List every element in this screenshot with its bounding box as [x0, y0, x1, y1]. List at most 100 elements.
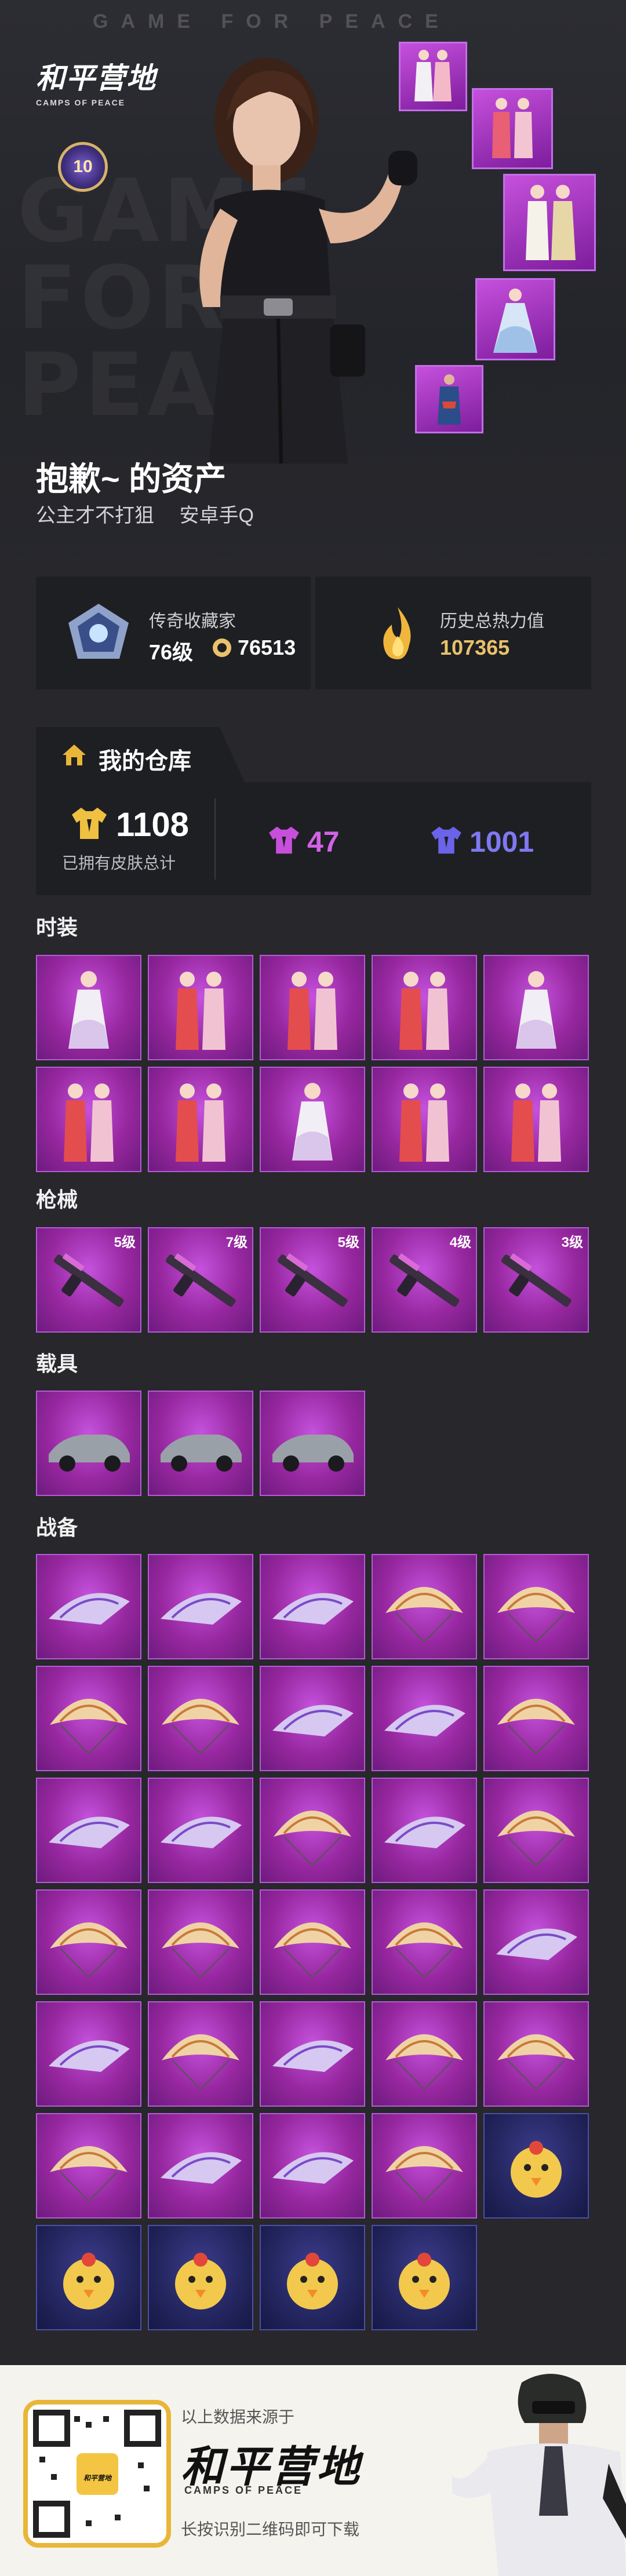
soldier-illustration [452, 2374, 626, 2576]
gear-tile[interactable] [148, 2001, 253, 2107]
outfit-icon [292, 1083, 333, 1161]
tab-warehouse[interactable]: 我的仓库 [36, 727, 245, 782]
gear-tile[interactable] [483, 2001, 589, 2107]
glider-icon [161, 2152, 242, 2184]
parachute-icon [385, 2146, 463, 2202]
parachute-icon [50, 2146, 128, 2202]
gear-tile[interactable] [372, 1554, 477, 1659]
outfit-couple-icon [511, 1083, 561, 1162]
glider-icon [49, 2040, 130, 2072]
gear-tile[interactable] [260, 1778, 365, 1883]
gear-tile[interactable] [372, 2001, 477, 2107]
vehicle-tile[interactable] [148, 1391, 253, 1496]
gear-tile[interactable] [260, 1666, 365, 1771]
outfit-couple-icon [526, 185, 576, 260]
player-tag: 安卓手Q [179, 505, 254, 527]
vehicle-tile[interactable] [260, 1391, 365, 1496]
outfit-couple-icon [492, 98, 533, 158]
showcase-outfit[interactable] [415, 365, 483, 433]
gear-tile[interactable] [483, 1778, 589, 1883]
collector-title: 传奇收藏家 [149, 612, 236, 631]
outfit-warrior-icon [438, 374, 461, 425]
shirt-legendary-icon [269, 826, 299, 854]
fashion-tile[interactable] [372, 955, 477, 1060]
gear-tile[interactable] [260, 1889, 365, 1995]
logo-cn: 和平营地 [36, 62, 156, 94]
gun-tile[interactable]: 4级 [372, 1227, 477, 1333]
parachute-icon [385, 1922, 463, 1979]
gear-tile[interactable] [36, 1889, 141, 1995]
gear-tile[interactable] [36, 2113, 141, 2219]
vehicle-tile[interactable] [36, 1391, 141, 1496]
gun-tile[interactable]: 3级 [483, 1227, 589, 1333]
pet-icon [63, 2253, 114, 2309]
showcase-outfit[interactable] [475, 278, 555, 360]
outfit-couple-icon [287, 972, 337, 1050]
showcase-outfit[interactable] [399, 42, 467, 111]
fashion-tile[interactable] [148, 955, 253, 1060]
shirt-gold-icon [72, 808, 107, 839]
showcase-outfit[interactable] [472, 88, 553, 169]
gear-tile[interactable] [36, 2001, 141, 2107]
gun-tile[interactable]: 5级 [260, 1227, 365, 1333]
qr-code[interactable]: 和平营地 [23, 2400, 171, 2548]
hero-banner: GAME FOR PEACE GAME FOR PEACE 和平营地 CAMPS… [0, 0, 626, 579]
gear-tile[interactable] [372, 1778, 477, 1883]
collector-medal-icon [68, 604, 129, 659]
skin-total: 1108 [116, 806, 189, 844]
gun-tile[interactable]: 5级 [36, 1227, 141, 1333]
skin-total-caption: 已拥有皮肤总计 [62, 854, 176, 872]
parachute-icon [162, 1699, 239, 1755]
gear-tile[interactable] [36, 1778, 141, 1883]
outfit-couple-icon [64, 1083, 114, 1162]
app-logo: 和平营地 CAMPS OF PEACE [36, 55, 156, 107]
gun-tile[interactable]: 7级 [148, 1227, 253, 1333]
logo-en: CAMPS OF PEACE [36, 98, 126, 107]
fashion-tile[interactable] [36, 1067, 141, 1172]
fashion-tile[interactable] [372, 1067, 477, 1172]
gear-tile[interactable] [483, 2113, 589, 2219]
gear-tile[interactable] [372, 2113, 477, 2219]
gear-tile[interactable] [148, 1666, 253, 1771]
fashion-tile[interactable] [36, 955, 141, 1060]
gear-tile[interactable] [260, 2225, 365, 2330]
gear-tile[interactable] [148, 1778, 253, 1883]
showcase-outfit[interactable] [503, 174, 596, 271]
parachute-icon [497, 1699, 575, 1755]
gear-tile[interactable] [372, 2225, 477, 2330]
gear-tile[interactable] [372, 1889, 477, 1995]
gear-tile[interactable] [483, 1554, 589, 1659]
epic-count: 1001 [470, 826, 534, 858]
outfit-couple-icon [399, 972, 449, 1050]
gear-tile[interactable] [372, 1666, 477, 1771]
gear-tile[interactable] [148, 1554, 253, 1659]
outfit-icon [68, 971, 109, 1049]
gear-tile[interactable] [483, 1666, 589, 1771]
gear-tile[interactable] [36, 2225, 141, 2330]
fashion-tile[interactable] [260, 955, 365, 1060]
gear-tile[interactable] [260, 2113, 365, 2219]
gear-tile[interactable] [36, 1666, 141, 1771]
player-tags: 公主才不打狙 安卓手Q [36, 499, 274, 528]
gear-tile[interactable] [260, 1554, 365, 1659]
fashion-tile[interactable] [260, 1067, 365, 1172]
outfit-couple-icon [399, 1083, 449, 1162]
gear-tile[interactable] [483, 1889, 589, 1995]
section-title-fashion: 时装 [36, 915, 78, 939]
gear-tile[interactable] [36, 1554, 141, 1659]
collector-level: 76级 [149, 640, 194, 664]
glider-icon [49, 1816, 130, 1848]
gear-tile[interactable] [148, 1889, 253, 1995]
home-icon [63, 745, 86, 765]
glider-icon [272, 2040, 354, 2072]
fashion-tile[interactable] [148, 1067, 253, 1172]
gear-tile[interactable] [148, 2225, 253, 2330]
player-tag: 公主才不打狙 [36, 505, 154, 527]
fashion-tile[interactable] [483, 1067, 589, 1172]
fashion-tile[interactable] [483, 955, 589, 1060]
parachute-icon [497, 1587, 575, 1643]
gear-tile[interactable] [148, 2113, 253, 2219]
gear-tile[interactable] [260, 2001, 365, 2107]
glider-icon [49, 1593, 130, 1625]
qr-logo: 和平营地 [83, 2474, 111, 2482]
